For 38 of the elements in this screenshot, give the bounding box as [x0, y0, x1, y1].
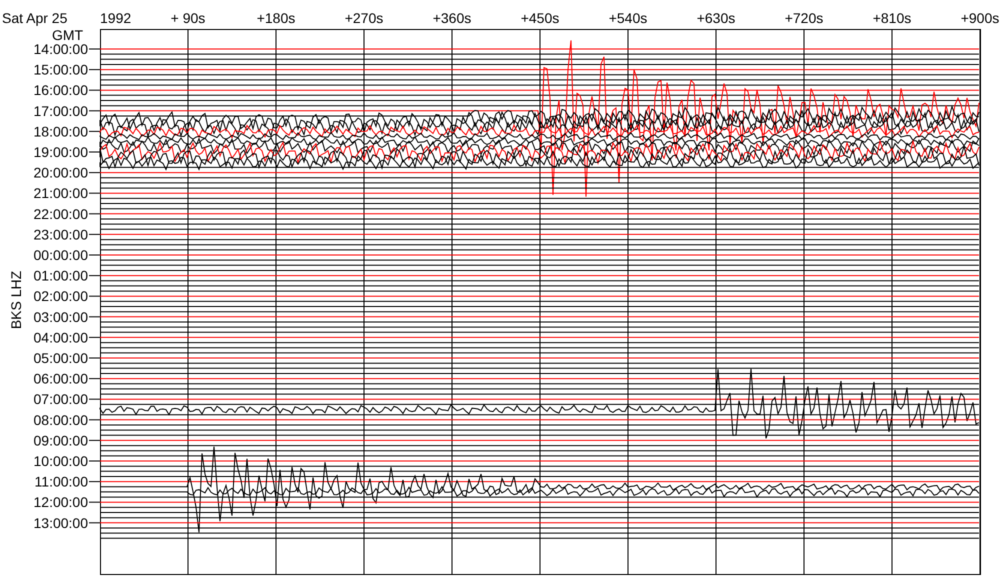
- hour-label: 21:00:00: [34, 185, 88, 202]
- hour-label: 07:00:00: [34, 391, 88, 408]
- hour-label: 17:00:00: [34, 102, 88, 119]
- tick-label: + 90s: [170, 10, 206, 26]
- hour-label: 13:00:00: [34, 514, 88, 531]
- tick-label: +900s: [960, 10, 1000, 26]
- hour-label: 02:00:00: [34, 288, 88, 304]
- hour-label: 08:00:00: [34, 412, 88, 428]
- date-label: Sat Apr 25: [2, 10, 68, 26]
- year-label: 1992: [100, 10, 132, 26]
- hour-label: 04:00:00: [34, 329, 88, 346]
- hour-label: 19:00:00: [34, 144, 88, 160]
- tick-label: +270s: [344, 10, 384, 26]
- hour-label: 05:00:00: [34, 350, 88, 366]
- tick-label: +450s: [520, 10, 560, 26]
- hour-label: 14:00:00: [34, 41, 88, 57]
- hour-label: 00:00:00: [34, 247, 88, 263]
- hour-label: 06:00:00: [34, 370, 88, 387]
- hour-label: 20:00:00: [34, 164, 88, 181]
- tick-label: +810s: [872, 10, 912, 26]
- hour-label: 10:00:00: [34, 453, 88, 469]
- hour-label: 11:00:00: [34, 474, 88, 490]
- timezone-label: GMT: [52, 27, 84, 43]
- hour-label: 15:00:00: [34, 62, 88, 78]
- hour-label: 01:00:00: [34, 268, 88, 284]
- tick-label: +360s: [432, 10, 472, 26]
- hour-label: 09:00:00: [34, 432, 88, 448]
- tick-label: +180s: [256, 10, 296, 26]
- hour-label: 18:00:00: [34, 123, 88, 140]
- hour-label: 23:00:00: [34, 226, 88, 242]
- tick-label: +630s: [696, 10, 736, 26]
- hour-label: 03:00:00: [34, 308, 88, 325]
- hour-label: 16:00:00: [34, 82, 88, 98]
- tick-label: +720s: [784, 10, 824, 26]
- hour-label: 12:00:00: [34, 494, 88, 510]
- tick-label: +540s: [608, 10, 648, 26]
- station-label: BKS LHZ: [8, 270, 24, 330]
- hour-label: 22:00:00: [34, 206, 88, 222]
